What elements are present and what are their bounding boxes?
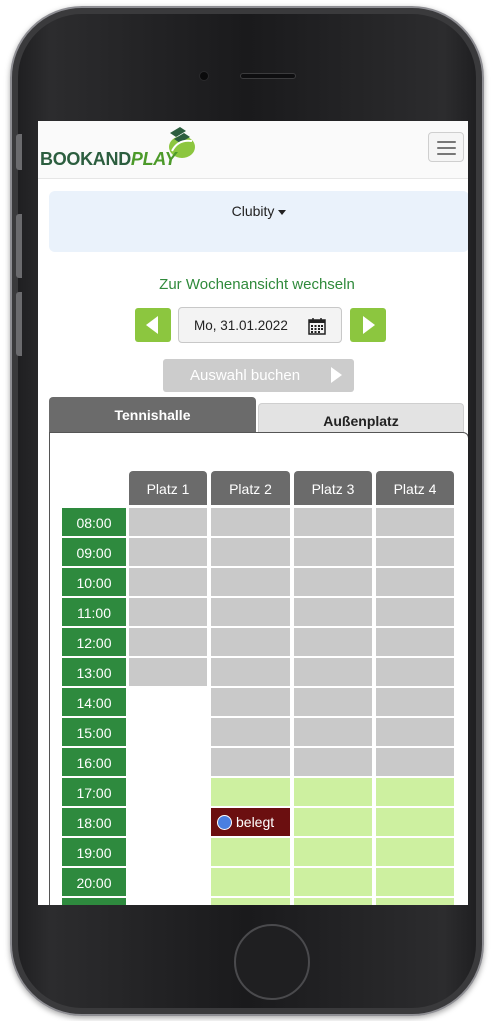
unavailable-slot [294, 748, 372, 776]
unavailable-slot [376, 628, 454, 656]
brand-logo[interactable]: BOOKANDPLAY [40, 127, 200, 175]
unavailable-slot [129, 598, 207, 626]
unavailable-slot [129, 568, 207, 596]
booking-indicator-icon [217, 815, 232, 830]
unavailable-slot [129, 658, 207, 686]
unavailable-slot [211, 688, 290, 716]
volume-up-button [16, 214, 22, 278]
free-slot[interactable] [294, 838, 372, 866]
date-value: Mo, 31.01.2022 [194, 318, 288, 333]
unavailable-slot [129, 508, 207, 536]
time-label: 12:00 [62, 628, 126, 656]
free-slot[interactable] [294, 778, 372, 806]
play-arrow-icon [331, 367, 342, 383]
unavailable-slot [211, 658, 290, 686]
volume-down-button [16, 292, 22, 356]
calendar-icon [308, 318, 326, 335]
free-slot[interactable] [211, 778, 290, 806]
time-label: 13:00 [62, 658, 126, 686]
home-button[interactable] [234, 924, 310, 1000]
unavailable-slot [294, 598, 372, 626]
unavailable-slot [294, 688, 372, 716]
free-slot[interactable] [376, 868, 454, 896]
unavailable-slot [376, 688, 454, 716]
app-screen: BOOKANDPLAY Clubity Zur Wochenansicht we… [38, 121, 468, 905]
earpiece-speaker [240, 73, 296, 79]
time-label: 18:00 [62, 808, 126, 836]
hamburger-menu-icon[interactable] [428, 132, 464, 162]
arrow-right-icon [363, 316, 375, 334]
unavailable-slot [129, 538, 207, 566]
court-header-platz-3: Platz 3 [294, 471, 372, 505]
time-label: 14:00 [62, 688, 126, 716]
unavailable-slot [211, 718, 290, 746]
arrow-left-icon [146, 316, 158, 334]
time-label: 20:00 [62, 868, 126, 896]
unavailable-slot [211, 568, 290, 596]
unavailable-slot [376, 538, 454, 566]
unavailable-slot [211, 748, 290, 776]
mute-switch [16, 134, 22, 170]
unavailable-slot [294, 508, 372, 536]
unavailable-slot [376, 568, 454, 596]
book-selection-label: Auswahl buchen [190, 367, 301, 384]
time-label: 11:00 [62, 598, 126, 626]
free-slot[interactable] [211, 868, 290, 896]
time-label: 16:00 [62, 748, 126, 776]
booked-slot[interactable]: belegt [211, 808, 290, 836]
free-slot[interactable] [211, 838, 290, 866]
unavailable-slot [294, 568, 372, 596]
time-label: 15:00 [62, 718, 126, 746]
next-day-button[interactable] [350, 308, 386, 342]
club-name: Clubity [231, 203, 275, 219]
unavailable-slot [376, 748, 454, 776]
unavailable-slot [129, 628, 207, 656]
time-label: 17:00 [62, 778, 126, 806]
unavailable-slot [211, 628, 290, 656]
time-label: 10:00 [62, 568, 126, 596]
unavailable-slot [294, 628, 372, 656]
free-slot[interactable] [376, 898, 454, 905]
previous-day-button[interactable] [135, 308, 171, 342]
court-header-platz-2: Platz 2 [211, 471, 290, 505]
court-header-platz-4: Platz 4 [376, 471, 454, 505]
tab-aussenplatz[interactable]: Außenplatz [258, 403, 464, 433]
unavailable-slot [294, 658, 372, 686]
time-label: 08:00 [62, 508, 126, 536]
time-label: 21:00 [62, 898, 126, 905]
court-header-platz-1: Platz 1 [129, 471, 207, 505]
club-selector-panel: Clubity [49, 191, 468, 252]
date-navigation: Mo, 31.01.2022 [38, 307, 468, 343]
week-view-link[interactable]: Zur Wochenansicht wechseln [38, 276, 468, 293]
unavailable-slot [211, 508, 290, 536]
time-label: 09:00 [62, 538, 126, 566]
free-slot[interactable] [294, 868, 372, 896]
unavailable-slot [211, 538, 290, 566]
club-dropdown[interactable]: Clubity [49, 203, 468, 219]
caret-down-icon [278, 209, 287, 215]
unavailable-slot [294, 538, 372, 566]
unavailable-slot [211, 598, 290, 626]
free-slot[interactable] [211, 898, 290, 905]
free-slot[interactable] [294, 898, 372, 905]
navbar: BOOKANDPLAY [38, 121, 468, 179]
time-label: 19:00 [62, 838, 126, 866]
date-picker[interactable]: Mo, 31.01.2022 [178, 307, 342, 343]
free-slot[interactable] [376, 808, 454, 836]
free-slot[interactable] [376, 838, 454, 866]
book-selection-button[interactable]: Auswahl buchen [163, 359, 354, 392]
brand-name: BOOKANDPLAY [40, 149, 177, 169]
booked-label: belegt [236, 814, 275, 830]
unavailable-slot [294, 718, 372, 746]
free-slot[interactable] [376, 778, 454, 806]
unavailable-slot [376, 508, 454, 536]
front-camera [200, 72, 208, 80]
unavailable-slot [376, 598, 454, 626]
unavailable-slot [376, 658, 454, 686]
unavailable-slot [376, 718, 454, 746]
free-slot[interactable] [294, 808, 372, 836]
tab-tennishalle[interactable]: Tennishalle [49, 397, 256, 433]
